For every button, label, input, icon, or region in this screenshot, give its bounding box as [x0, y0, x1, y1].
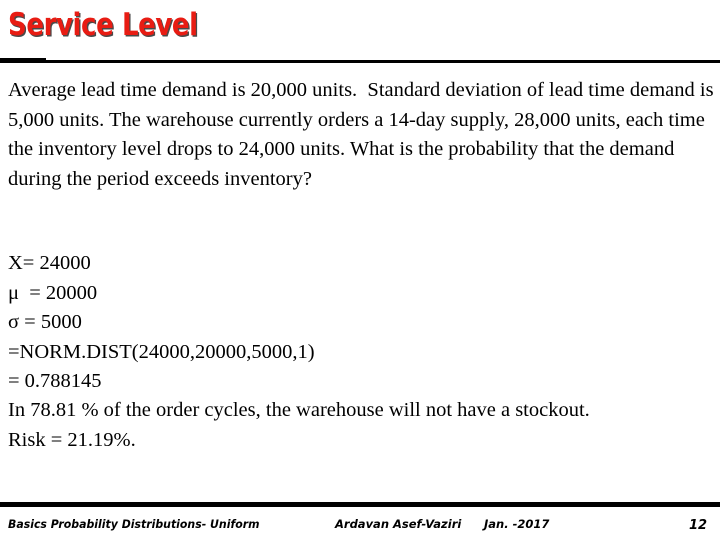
title-divider	[0, 60, 720, 63]
calc-line-formula: =NORM.DIST(24000,20000,5000,1)	[8, 340, 315, 363]
conclusion-risk: Risk = 21.19%.	[8, 428, 136, 451]
slide: Service Level Average lead time demand i…	[0, 0, 720, 540]
footer-divider	[0, 502, 720, 507]
calculation-block: X= 24000 μ = 20000 σ = 5000 =NORM.DIST(2…	[8, 249, 608, 397]
slide-footer: Basics Probability Distributions- Unifor…	[0, 512, 720, 540]
conclusion-service-level: In 78.81 % of the order cycles, the ware…	[8, 399, 590, 421]
footer-author: Ardavan Asef-Vaziri	[335, 517, 462, 531]
calc-line-x: X= 24000	[8, 252, 91, 274]
calc-line-result: = 0.788145	[8, 370, 102, 392]
body-text-block: Average lead time demand is 20,000 units…	[8, 76, 714, 194]
page-title: Service Level	[8, 7, 198, 43]
footer-page-number: 12	[689, 518, 708, 533]
problem-statement: Average lead time demand is 20,000 units…	[8, 79, 719, 190]
calc-line-mu: μ = 20000	[8, 281, 98, 304]
footer-course-title: Basics Probability Distributions- Unifor…	[8, 517, 260, 531]
footer-date: Jan. -2017	[484, 517, 550, 531]
calc-line-sigma: σ = 5000	[8, 311, 82, 333]
conclusion-block: In 78.81 % of the order cycles, the ware…	[8, 396, 714, 455]
